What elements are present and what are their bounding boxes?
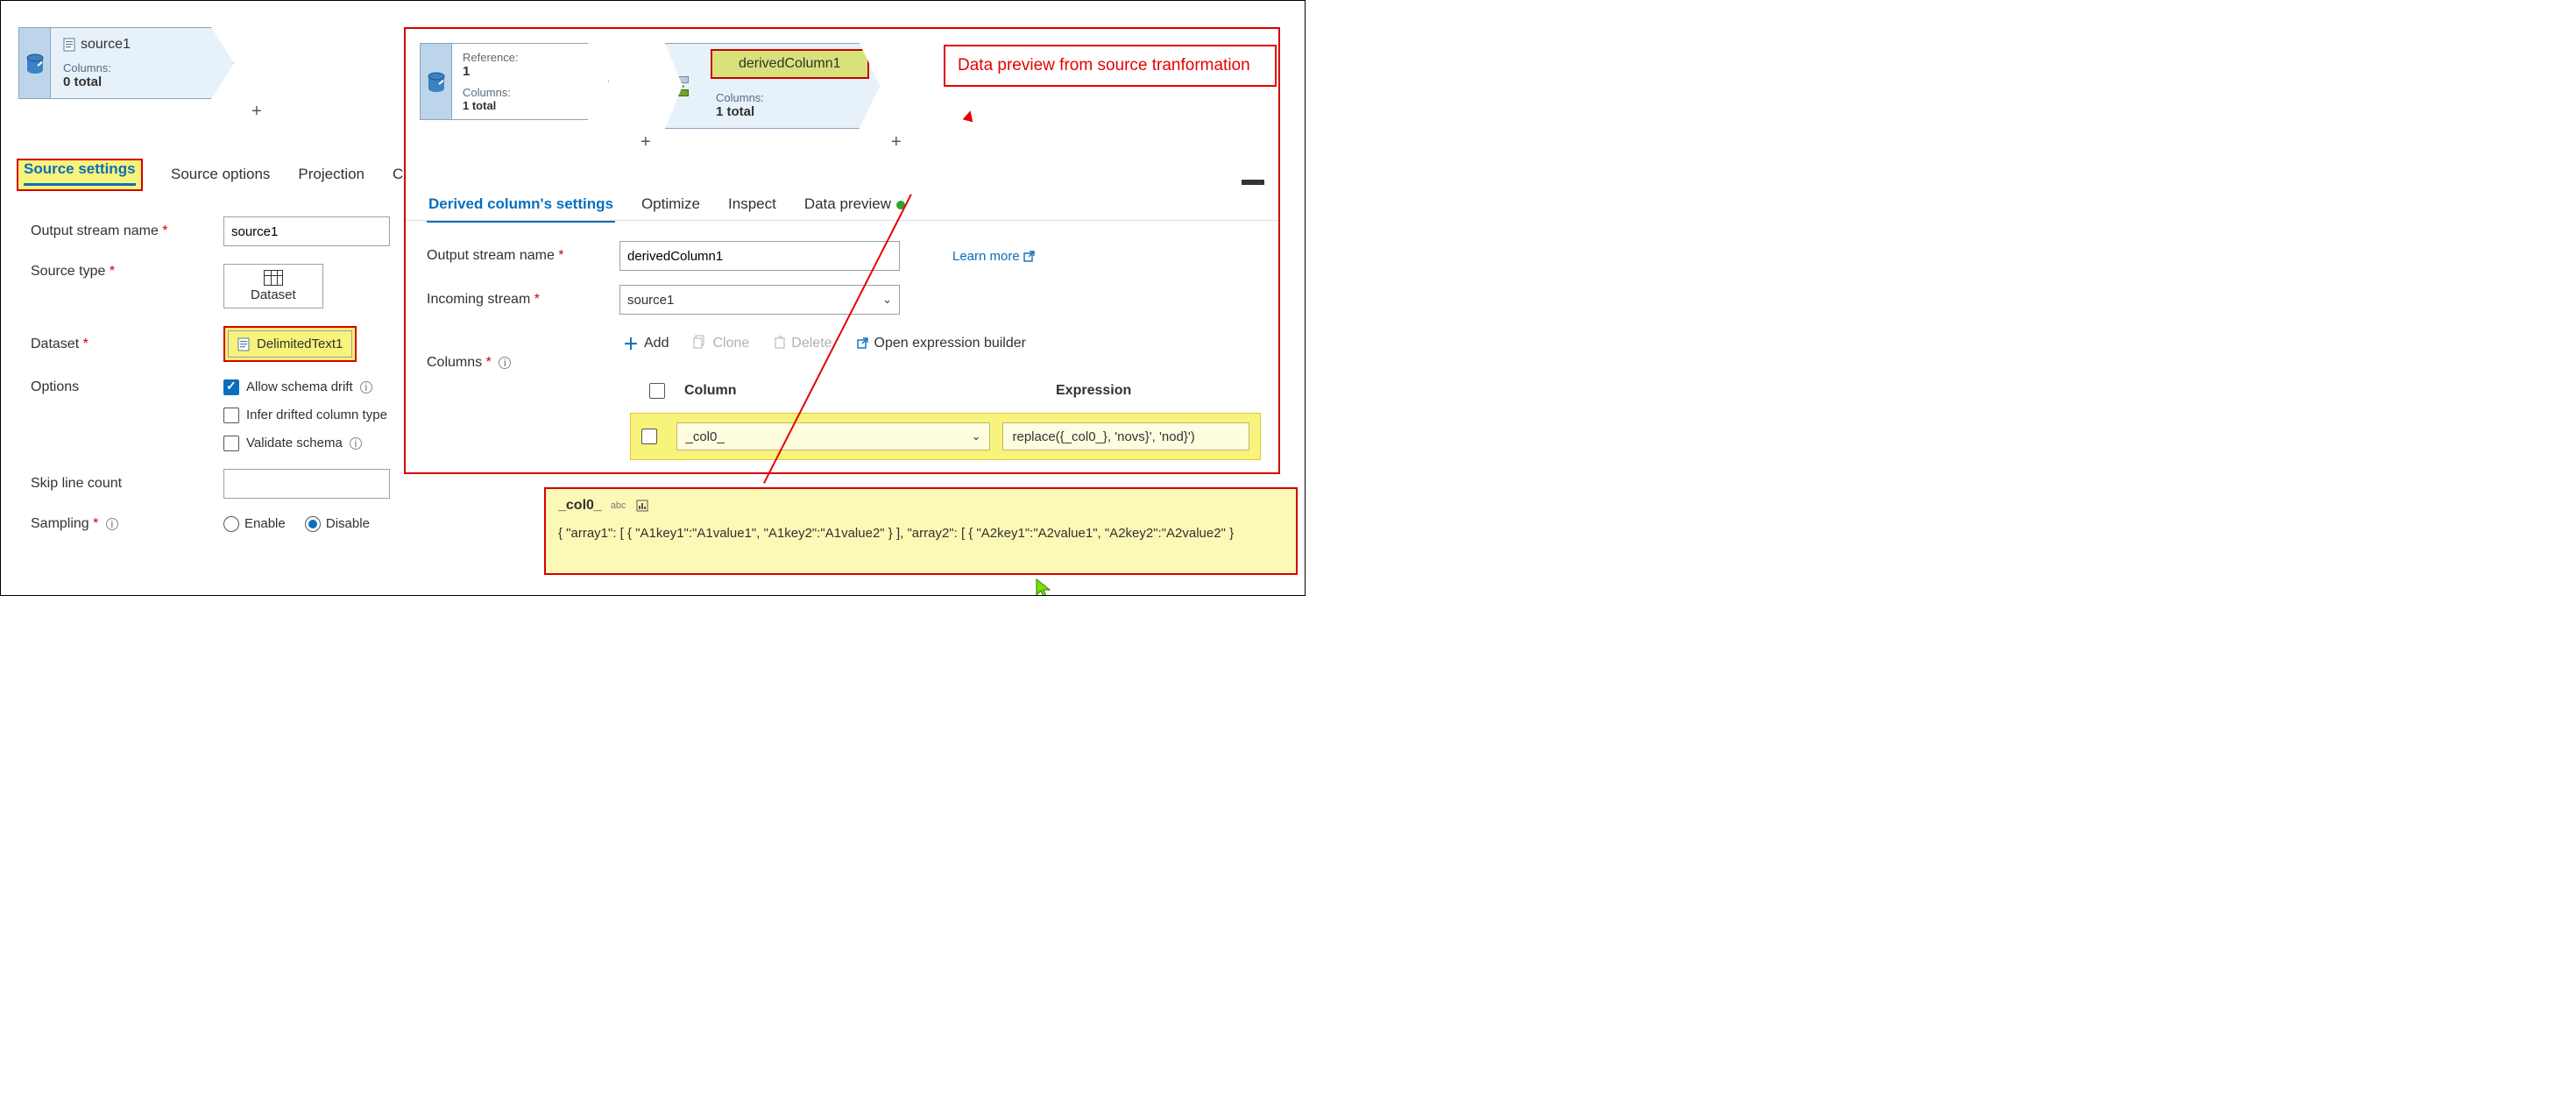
sampling-enable-label: Enable (244, 516, 286, 531)
output-stream-input[interactable] (619, 241, 900, 271)
validate-schema-label: Validate schema (246, 436, 343, 450)
tab-projection[interactable]: Projection (296, 162, 366, 190)
collapse-icon[interactable] (1242, 180, 1264, 185)
chevron-down-icon: ⌄ (882, 293, 892, 307)
derived-node-handle[interactable] (665, 43, 700, 129)
source-type-value: Dataset (251, 287, 296, 302)
derived-column-icon (678, 76, 689, 96)
reference-value: 1 (463, 64, 598, 79)
delete-column-button[interactable]: Delete (774, 335, 832, 353)
chevron-down-icon: ⌄ (972, 429, 981, 443)
mouse-cursor-icon (1035, 578, 1052, 596)
file-icon (63, 38, 75, 52)
file-icon (237, 337, 250, 351)
trash-icon (774, 335, 786, 353)
add-after-reference-button[interactable]: + (640, 132, 651, 152)
info-icon[interactable]: i (350, 437, 362, 450)
info-icon[interactable]: i (106, 518, 118, 530)
data-preview-box: _col0_ abc { "array1": [ { "A1key1":"A1v… (544, 487, 1298, 575)
output-stream-label: Output stream name * (31, 223, 206, 239)
add-column-button[interactable]: ＋Add (623, 332, 669, 355)
sampling-disable-label: Disable (326, 516, 370, 531)
allow-schema-drift-label: Allow schema drift (246, 379, 353, 394)
infer-drifted-types-label: Infer drifted column type (246, 408, 387, 422)
external-link-icon (1023, 249, 1036, 264)
database-icon (427, 72, 446, 91)
plus-icon: ＋ (623, 332, 639, 355)
clone-column-button[interactable]: Clone (693, 335, 749, 353)
dataset-label: Dataset * (31, 337, 206, 352)
derived-node-title: derivedColumn1 (711, 49, 869, 79)
columns-label: Columns: (63, 61, 221, 74)
clone-icon (693, 335, 707, 353)
infer-drifted-types-checkbox[interactable] (223, 408, 239, 423)
sampling-label: Sampling * i (31, 516, 206, 532)
table-icon (264, 270, 283, 286)
external-link-icon (857, 336, 869, 351)
columns-label: Columns: (463, 86, 598, 99)
output-stream-input[interactable] (223, 216, 390, 246)
tab-source-settings-highlight: Source settings (17, 159, 143, 191)
options-label: Options (31, 379, 206, 395)
open-expression-builder-button[interactable]: Open expression builder (857, 336, 1026, 351)
source-node[interactable]: source1 Columns: 0 total (18, 27, 234, 99)
tab-source-options[interactable]: Source options (169, 162, 272, 190)
expression-input[interactable]: replace({_col0_}, 'novs}', 'nod}') (1002, 422, 1249, 450)
reference-node-handle[interactable] (420, 43, 451, 120)
incoming-stream-label: Incoming stream * (427, 292, 602, 308)
reference-node[interactable]: Reference: 1 Columns: 1 total (420, 43, 609, 120)
reference-label: Reference: (463, 51, 598, 64)
learn-more-link[interactable]: Learn more (952, 249, 1036, 264)
validate-schema-checkbox[interactable] (223, 436, 239, 451)
skip-line-count-input[interactable] (223, 469, 390, 499)
columns-value: 0 total (63, 74, 221, 89)
derived-column-panel: Reference: 1 Columns: 1 total + derivedC… (404, 27, 1280, 474)
columns-label: Columns * i (427, 355, 511, 371)
dataset-highlight: DelimitedText1 (223, 326, 357, 362)
column-header-column: Column (684, 383, 991, 399)
columns-label: Columns: (716, 91, 864, 104)
sampling-enable-radio[interactable] (223, 516, 239, 532)
info-icon[interactable]: i (360, 381, 372, 393)
dataset-value: DelimitedText1 (257, 337, 343, 351)
tab-source-settings[interactable]: Source settings (24, 160, 136, 186)
tab-data-preview[interactable]: Data preview (803, 192, 907, 223)
dataset-select[interactable]: DelimitedText1 (228, 330, 352, 358)
select-all-checkbox[interactable] (649, 383, 665, 399)
stats-icon[interactable] (635, 499, 649, 513)
columns-value: 1 total (463, 99, 598, 112)
columns-value: 1 total (716, 104, 864, 119)
row-checkbox[interactable] (641, 429, 657, 444)
info-icon[interactable]: i (499, 357, 511, 369)
output-stream-label: Output stream name * (427, 248, 602, 264)
type-indicator: abc (611, 500, 626, 511)
derived-config-tabs: Derived column's settings Optimize Inspe… (427, 192, 907, 223)
preview-row-text: { "array1": [ { "A1key1":"A1value1", "A1… (558, 526, 1284, 541)
column-row: _col0_⌄ replace({_col0_}, 'novs}', 'nod}… (630, 413, 1261, 460)
derived-column-node[interactable]: derivedColumn1 Columns: 1 total (665, 43, 881, 129)
source-type-label: Source type * (31, 264, 206, 280)
tab-optimize[interactable]: Optimize (640, 192, 702, 223)
tab-inspect[interactable]: Inspect (726, 192, 778, 223)
tab-derived-settings[interactable]: Derived column's settings (427, 192, 615, 223)
column-header-expression: Expression (1056, 383, 1131, 399)
add-after-source-button[interactable]: + (251, 102, 262, 122)
source-type-dataset-button[interactable]: Dataset (223, 264, 323, 308)
sampling-disable-radio[interactable] (305, 516, 321, 532)
skip-line-count-label: Skip line count (31, 476, 206, 492)
preview-column-name: _col0_ (558, 498, 602, 514)
annotation-box: Data preview from source tranformation (944, 45, 1277, 87)
add-after-derived-button[interactable]: + (891, 132, 902, 152)
allow-schema-drift-checkbox[interactable] (223, 379, 239, 395)
database-icon (25, 53, 45, 73)
source-node-handle[interactable] (18, 27, 50, 99)
tab-cutoff[interactable]: C (391, 162, 405, 190)
source-node-title: source1 (81, 37, 131, 53)
column-name-select[interactable]: _col0_⌄ (676, 422, 991, 450)
